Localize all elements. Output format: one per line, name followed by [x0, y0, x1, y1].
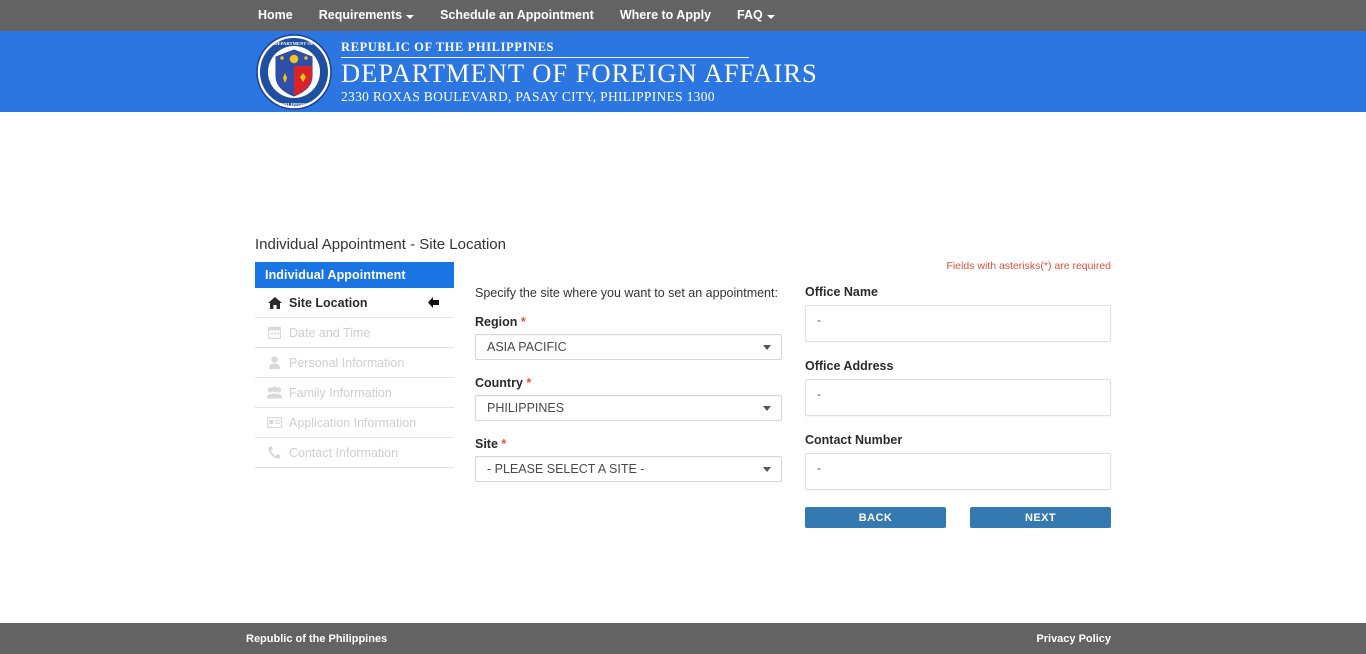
dfa-seal-logo: DEPARTMENT OF PHILIPPINES: [255, 33, 333, 111]
region-label-text: Region: [475, 315, 518, 329]
nav-item-where-to-apply[interactable]: Where to Apply: [620, 9, 711, 22]
country-label: Country *: [475, 376, 782, 390]
site-select[interactable]: - PLEASE SELECT A SITE -: [475, 456, 782, 482]
form-actions: BACK NEXT: [805, 507, 1111, 528]
chevron-down-icon: [406, 14, 415, 19]
region-select-value: ASIA PACIFIC: [487, 340, 567, 354]
next-button[interactable]: NEXT: [970, 507, 1111, 528]
country-label-text: Country: [475, 376, 523, 390]
sidebar-item-label: Date and Time: [289, 325, 371, 340]
site-label: Site *: [475, 437, 782, 451]
region-select[interactable]: ASIA PACIFIC: [475, 334, 782, 360]
privacy-policy-link[interactable]: Privacy Policy: [1036, 633, 1111, 645]
contact-number-label: Contact Number: [805, 433, 903, 447]
banner-republic-line: REPUBLIC OF THE PHILIPPINES: [341, 40, 749, 59]
nav-item-label: Schedule an Appointment: [440, 8, 594, 23]
chevron-down-icon: [763, 345, 771, 350]
contact-number-value: -: [805, 453, 1111, 490]
id-card-icon: [267, 417, 282, 428]
nav-item-requirements[interactable]: Requirements: [318, 8, 415, 23]
required-asterisk: *: [526, 376, 532, 390]
sidebar-item-site-location[interactable]: Site Location: [255, 288, 454, 318]
nav-item-label: Where to Apply: [619, 8, 712, 23]
appointment-steps-sidebar: Individual Appointment Site Location Dat…: [255, 262, 454, 468]
country-select-value: PHILIPPINES: [487, 401, 565, 415]
user-icon: [267, 356, 282, 369]
site-header-banner: DEPARTMENT OF PHILIPPINES REPUBLIC OF TH…: [0, 31, 1366, 112]
required-fields-note: Fields with asterisks(*) are required: [946, 260, 1111, 272]
sidebar-item-date-and-time[interactable]: Date and Time: [255, 318, 454, 348]
calendar-icon: [267, 326, 282, 339]
banner-address: 2330 ROXAS BOULEVARD, PASAY CITY, PHILIP…: [341, 88, 715, 104]
sidebar-header: Individual Appointment: [255, 262, 454, 288]
site-select-value: - PLEASE SELECT A SITE -: [487, 462, 645, 476]
sidebar-item-label: Family Information: [289, 385, 392, 400]
sidebar-item-label: Application Information: [289, 415, 417, 430]
nav-item-label: FAQ: [737, 8, 763, 23]
arrow-left-icon[interactable]: [427, 296, 440, 309]
banner-department-title: DEPARTMENT OF FOREIGN AFFAIRS: [341, 58, 818, 89]
office-name-value: -: [805, 305, 1111, 342]
page-footer: Republic of the Philippines Privacy Poli…: [0, 623, 1366, 654]
sidebar-item-family-information[interactable]: Family Information: [255, 378, 454, 408]
sidebar-item-personal-information[interactable]: Personal Information: [255, 348, 454, 378]
required-asterisk: *: [501, 437, 507, 451]
svg-text:DEPARTMENT OF: DEPARTMENT OF: [274, 41, 314, 46]
office-address-label: Office Address: [805, 359, 894, 373]
site-label-text: Site: [475, 437, 498, 451]
sidebar-item-contact-information[interactable]: Contact Information: [255, 438, 454, 468]
nav-item-faq[interactable]: FAQ: [737, 9, 775, 22]
main-content-area: Individual Appointment - Site Location I…: [0, 112, 1366, 597]
home-icon: [267, 296, 282, 309]
top-navigation-bar: Home Requirements Schedule an Appointmen…: [0, 0, 1366, 31]
nav-item-schedule-an-appointment[interactable]: Schedule an Appointment: [440, 9, 594, 22]
svg-text:PHILIPPINES: PHILIPPINES: [279, 102, 309, 107]
sidebar-item-label: Contact Information: [289, 445, 399, 460]
back-button[interactable]: BACK: [805, 507, 946, 528]
chevron-down-icon: [763, 467, 771, 472]
office-name-label: Office Name: [805, 285, 878, 299]
chevron-down-icon: [763, 406, 771, 411]
office-details-panel: Fields with asterisks(*) are required Of…: [805, 260, 1111, 528]
nav-item-label: Home: [258, 8, 293, 23]
family-icon: [267, 386, 282, 399]
site-location-form: Specify the site where you want to set a…: [475, 286, 782, 498]
chevron-down-icon: [766, 14, 775, 19]
form-instruction: Specify the site where you want to set a…: [475, 286, 778, 300]
footer-republic-label: Republic of the Philippines: [246, 632, 388, 645]
sidebar-item-application-information[interactable]: Application Information: [255, 408, 454, 438]
nav-item-home[interactable]: Home: [258, 9, 293, 22]
sidebar-item-label: Site Location: [289, 295, 368, 310]
required-asterisk: *: [520, 315, 526, 329]
region-label: Region *: [475, 315, 782, 329]
office-address-value: -: [805, 379, 1111, 416]
nav-item-label: Requirements: [318, 8, 403, 23]
phone-icon: [267, 446, 282, 459]
sidebar-item-label: Personal Information: [289, 355, 405, 370]
page-title: Individual Appointment - Site Location: [255, 236, 506, 253]
country-select[interactable]: PHILIPPINES: [475, 395, 782, 421]
